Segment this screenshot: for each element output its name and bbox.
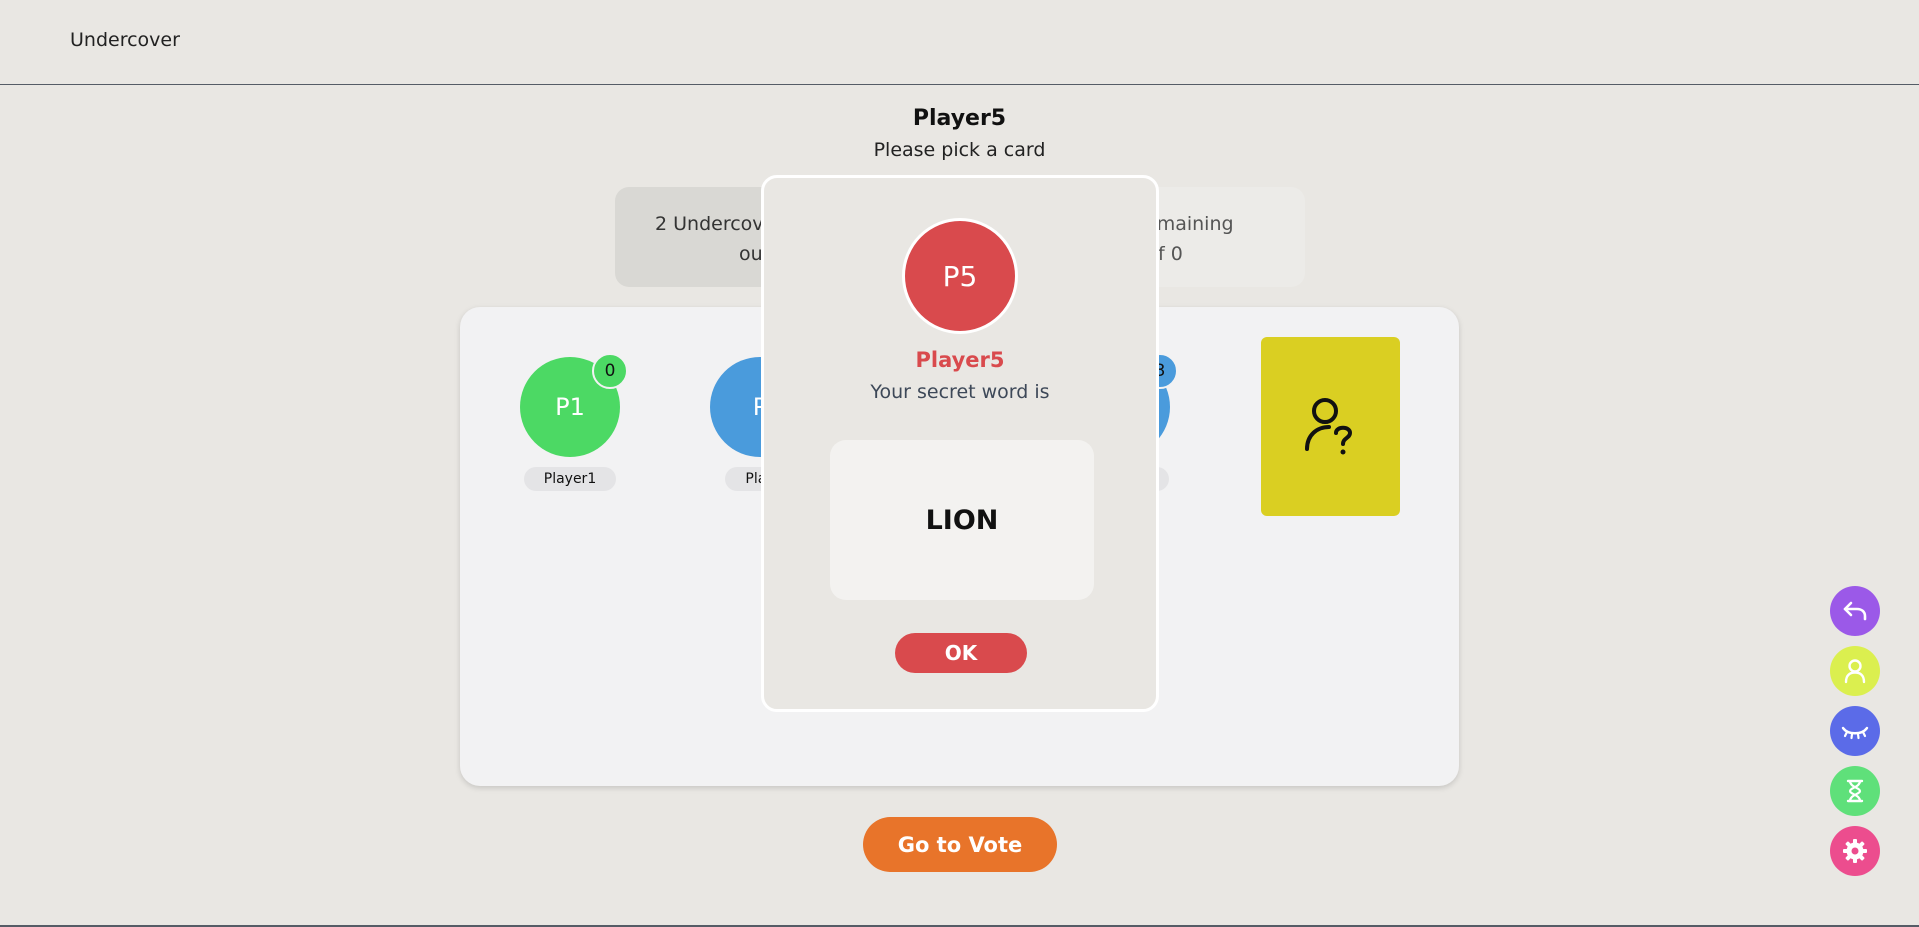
player-card-1[interactable]: P1 0 Player1 [515,353,628,491]
undo-icon [1843,601,1867,621]
secret-word-modal: P5 Player5 Your secret word is LION OK [761,175,1159,712]
avatar-initials: P1 [555,393,585,421]
timer-button[interactable] [1830,766,1880,816]
secret-word: LION [830,440,1094,600]
user-icon [1844,659,1866,684]
turn-instruction: Please pick a card [873,139,1046,161]
top-bar: Undercover [0,0,1919,85]
score-badge: 0 [592,353,628,389]
hourglass-icon [1846,779,1864,803]
settings-button[interactable] [1830,826,1880,876]
mystery-card[interactable] [1261,337,1400,516]
avatar: P1 0 [520,353,628,457]
modal-player-name: Player5 [915,348,1005,372]
modal-avatar-initials: P5 [942,259,978,293]
current-player-title: Player5 [912,106,1007,131]
undo-button[interactable] [1830,586,1880,636]
go-to-vote-button[interactable]: Go to Vote [863,817,1057,872]
player-name: Player1 [523,467,617,491]
eye-closed-icon [1841,726,1869,740]
player-button[interactable] [1830,646,1880,696]
score-count: 0 [604,361,616,381]
hide-button[interactable] [1830,706,1880,756]
gear-icon [1843,839,1867,863]
ok-button[interactable]: OK [895,633,1027,673]
modal-subtitle: Your secret word is [870,381,1050,403]
unknown-user-icon [1304,397,1352,454]
app-title[interactable]: Undercover [70,29,180,51]
modal-avatar: P5 [902,218,1018,334]
